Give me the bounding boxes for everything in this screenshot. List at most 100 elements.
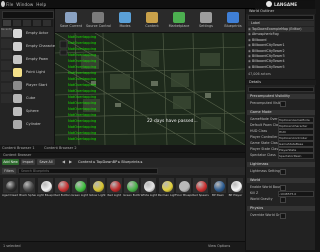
outliner-row[interactable]: ◉ AtmosphericFog [248, 32, 314, 37]
outliner-row[interactable]: ◉ BillboardCityTower4 [248, 59, 314, 64]
placeable-thumbnail-icon [13, 55, 22, 64]
asset-tile[interactable]: BP Pawn [210, 177, 227, 205]
toolbar-button-6[interactable]: Blueprints [221, 11, 245, 31]
outliner-row[interactable]: ◉ TopDownExampleMap (Editor) [248, 27, 314, 32]
asset-label: Black Sphere [19, 194, 36, 197]
asset-tile[interactable]: Yellow Light [89, 177, 106, 205]
property-checkbox[interactable] [280, 169, 286, 175]
category-tab-4[interactable] [1, 72, 12, 81]
modes-search-input[interactable] [2, 11, 54, 19]
tab-geometry-icon[interactable] [43, 20, 51, 26]
placeable-item[interactable]: Point Light [12, 67, 54, 78]
outliner-row[interactable]: ◉ BillboardCityTower2 [248, 49, 314, 54]
details-section-header[interactable]: Lightmass [247, 162, 315, 167]
placeable-item[interactable]: Cube [12, 93, 54, 104]
toolbar-button-4[interactable]: Marketplace [167, 11, 191, 31]
placeable-item[interactable]: Empty Actor [12, 28, 54, 39]
category-tab-1[interactable] [1, 39, 12, 48]
outliner-row[interactable]: ◉ BillboardCityTower5 [248, 65, 314, 70]
category-tab-6[interactable] [1, 94, 12, 103]
category-tab-2[interactable] [1, 50, 12, 59]
toolbar-button-5[interactable]: Settings [194, 11, 218, 31]
breadcrumb-topdownbp[interactable]: TopDownBP [96, 160, 117, 164]
tab-paint-icon[interactable] [13, 20, 21, 26]
property-checkbox[interactable] [280, 101, 286, 107]
asset-sphere-icon [23, 181, 35, 192]
details-section-header[interactable]: Physics [247, 206, 315, 211]
level-viewport[interactable]: NotOverlapping NotOverlapping NotOverlappi… [55, 33, 245, 145]
outliner-row[interactable]: ◉ BillboardCityTower3 [248, 54, 314, 59]
placeable-item-label: Empty Actor [26, 31, 49, 35]
category-tab-3[interactable] [1, 61, 12, 70]
breadcrumb-blueprints[interactable]: Blueprints [121, 160, 139, 164]
details-section-header[interactable]: Game Mode [247, 110, 315, 115]
toolbar-icon-6 [227, 12, 239, 23]
asset-label: Pacman Light [157, 194, 175, 197]
property-checkbox[interactable] [280, 213, 286, 219]
asset-tile[interactable]: Aged Dead Mat [2, 177, 19, 205]
tab-place-icon[interactable] [3, 20, 11, 26]
category-tab-0[interactable]: Recently Placed [1, 28, 12, 37]
property-label: World Gravity [250, 197, 273, 201]
details-section-header[interactable]: World [247, 178, 315, 183]
details-section-header[interactable]: Precomputed Visibility [247, 94, 315, 99]
placeable-item[interactable]: Cylinder [12, 119, 54, 130]
tab-content-browser-2[interactable]: Content Browser 2 [44, 146, 77, 150]
property-value-field[interactable]: SpectatorPawn [278, 152, 314, 159]
toolbar-button-3[interactable]: Content [140, 11, 164, 31]
asset-tile[interactable]: Red Light [106, 177, 123, 205]
asset-tile[interactable]: Light Blueprint [37, 177, 54, 205]
asset-tile[interactable]: White Light [140, 177, 157, 205]
outliner-column-label: Label [251, 21, 261, 25]
menu-help[interactable]: Help [36, 2, 46, 7]
asset-tile[interactable]: Green Button [123, 177, 140, 205]
view-options-button[interactable]: View Options [208, 244, 230, 248]
menu-file[interactable]: File [6, 2, 13, 7]
toolbar-button-0[interactable]: Save Current [59, 11, 83, 31]
world-outliner: World Outliner Label ◉ TopDownExampleMap… [245, 9, 316, 79]
placeable-item[interactable]: Empty Pawn [12, 54, 54, 65]
add-new-button[interactable]: Add New [2, 159, 19, 165]
category-tab-5[interactable] [1, 83, 12, 92]
details-search-input[interactable] [248, 87, 314, 92]
filters-button[interactable]: Filters [2, 168, 16, 174]
import-button[interactable]: Import [21, 159, 35, 165]
asset-sphere-icon [196, 181, 208, 192]
tab-content-browser-1[interactable]: Content Browser 1 [2, 146, 35, 150]
property-label: HUD Class [250, 129, 268, 133]
placeable-item-label: Sphere [26, 109, 39, 113]
asset-tile[interactable]: Floor Blueprint [175, 177, 192, 205]
save-all-button[interactable]: Save All [37, 159, 55, 165]
outliner-row[interactable]: ◉ Billboard [248, 38, 314, 43]
placeable-item[interactable]: Sphere [12, 106, 54, 117]
overlap-status-text: NotOverlapping [68, 47, 97, 51]
asset-tile[interactable]: Red Button [54, 177, 71, 205]
asset-thumbnail [72, 178, 88, 193]
asset-tile[interactable]: BP Player [227, 177, 244, 205]
outliner-row-label: BillboardCityTower3 [251, 54, 285, 58]
asset-tile[interactable]: Red Spawner [192, 177, 209, 205]
tab-landscape-icon[interactable] [23, 20, 31, 26]
menu-window[interactable]: Window [16, 2, 33, 7]
details-section-title: Precomputed Visibility [250, 94, 291, 98]
toolbar-button-1[interactable]: Source Control [86, 11, 111, 31]
placeable-item[interactable]: Player Start [12, 80, 54, 91]
asset-sphere-icon [92, 181, 104, 192]
asset-sphere-icon [57, 181, 69, 192]
asset-label: Aged Dead Mat [2, 194, 19, 197]
tab-foliage-icon[interactable] [33, 20, 41, 26]
asset-tile[interactable]: Green Light [71, 177, 88, 205]
placeable-thumbnail-icon [13, 94, 22, 103]
content-search-input[interactable]: Search Blueprints [18, 168, 158, 174]
forward-arrow-icon[interactable]: ▶ [69, 159, 74, 165]
asset-tile[interactable]: Pacman Light [158, 177, 175, 205]
outliner-search-input[interactable] [248, 15, 314, 20]
property-checkbox[interactable] [280, 197, 286, 203]
asset-label: Floor Blueprint [175, 194, 192, 197]
placeable-item[interactable]: Empty Character [12, 41, 56, 52]
toolbar-button-2[interactable]: Modes [113, 11, 137, 31]
asset-tile[interactable]: Black Sphere [19, 177, 36, 205]
outliner-row[interactable]: ◉ BillboardCityTower1 [248, 43, 314, 48]
breadcrumb-content[interactable]: Content [78, 160, 92, 164]
back-arrow-icon[interactable]: ◀ [62, 159, 67, 165]
